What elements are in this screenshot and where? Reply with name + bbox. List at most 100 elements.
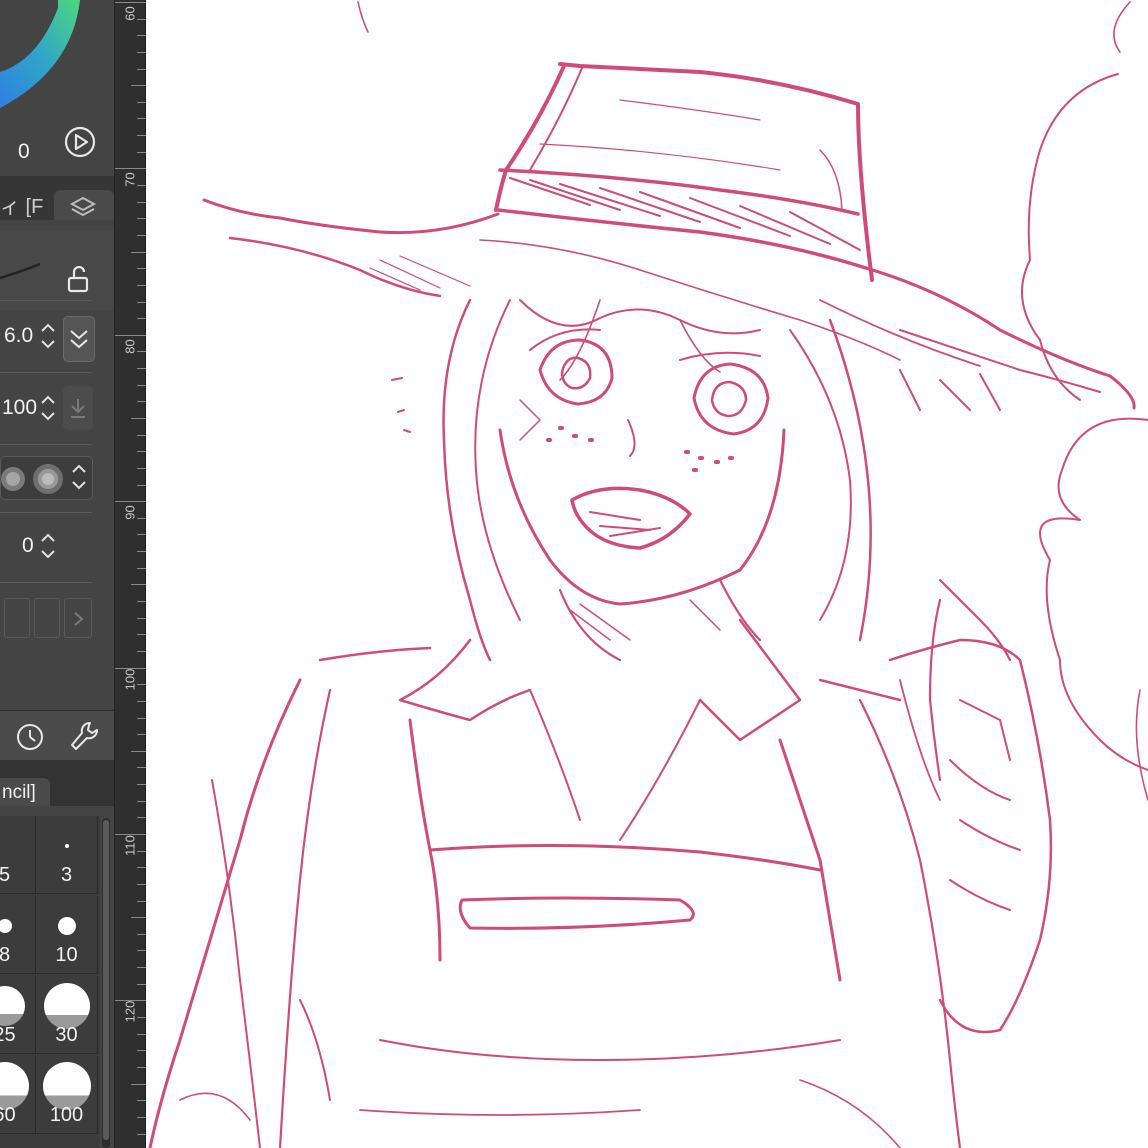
ruler-tick [137, 1050, 146, 1052]
ruler-tick [137, 384, 146, 386]
ruler-label: 110 [122, 835, 138, 856]
ruler-tick [137, 817, 146, 819]
ruler-tick [137, 551, 146, 553]
anti-alias-selector[interactable] [0, 456, 93, 500]
ruler-tick [131, 750, 146, 752]
ruler-tick [137, 601, 146, 603]
ruler-tick [137, 883, 146, 885]
ruler-tick [137, 717, 146, 719]
vertical-ruler[interactable]: 60 70 80 90 100 110 120 [114, 0, 146, 1148]
ruler-tick [137, 1133, 146, 1135]
ruler-tick [137, 634, 146, 636]
brush-size-dot [44, 983, 90, 1029]
ruler-tick [137, 484, 146, 486]
color-value: 0 [18, 140, 30, 163]
ruler-tick [137, 201, 146, 203]
brush-size-label: 10 [55, 944, 78, 966]
brush-size-preset[interactable]: 8 [0, 896, 36, 974]
ruler-tick [137, 1100, 146, 1102]
ruler-tick [137, 767, 146, 769]
ruler-tick [137, 517, 146, 519]
ruler-tick [137, 1116, 146, 1118]
ruler-tick [137, 101, 146, 103]
unlock-icon[interactable] [66, 266, 92, 294]
brush-size-dot [43, 1062, 91, 1110]
brush-size-dot [65, 844, 69, 848]
ruler-tick [137, 800, 146, 802]
opacity-download-button[interactable] [63, 386, 93, 430]
stabilizer-value[interactable]: 0 [22, 534, 34, 558]
brush-preview-row[interactable] [0, 230, 114, 310]
ruler-tick [137, 684, 146, 686]
sketch-drawing [148, 1, 1148, 1148]
brush-size-dot [0, 919, 12, 933]
brush-size-preset[interactable]: 5 [0, 816, 36, 894]
brush-size-preset[interactable]: 10 [36, 896, 98, 974]
ruler-tick [137, 451, 146, 453]
ruler-tick [137, 534, 146, 536]
brush-size-preset[interactable]: 3 [36, 816, 98, 894]
brush-size-dot [0, 986, 25, 1026]
stabilizer-spinner[interactable] [40, 530, 56, 562]
ruler-tick [137, 967, 146, 969]
ruler-tick [137, 268, 146, 270]
brush-size-dot [0, 1062, 29, 1110]
overalls-bib [408, 718, 842, 982]
brush-size-label: 8 [0, 944, 11, 966]
subtool-tab-pencil[interactable]: ncil] [0, 778, 50, 806]
brush-size-label: 30 [55, 1024, 78, 1046]
ruler-tick [137, 467, 146, 469]
brush-size-preset[interactable]: 30 [36, 976, 98, 1054]
wrench-icon[interactable] [68, 719, 102, 753]
ruler-tick [137, 351, 146, 353]
ruler-tick [137, 185, 146, 187]
brush-size-dot [58, 917, 76, 935]
anti-alias-spinner[interactable] [71, 461, 87, 493]
play-circle-icon[interactable] [63, 125, 97, 159]
ruler-label: 90 [122, 505, 138, 520]
brush-size-preset[interactable]: 25 [0, 976, 36, 1054]
brush-size-label: 5 [0, 864, 11, 886]
brush-size-preset[interactable]: 60 [0, 1056, 36, 1134]
ruler-tick [137, 734, 146, 736]
drawing-canvas[interactable] [146, 0, 1148, 1148]
ruler-tick [137, 234, 146, 236]
ruler-label: 70 [122, 172, 138, 188]
ruler-tick [137, 135, 146, 137]
pressure-toggle-button[interactable] [63, 316, 95, 362]
ruler-label: 100 [122, 668, 138, 690]
left-eye [538, 338, 614, 406]
brush-size-label: 25 [0, 1024, 16, 1046]
option-box-2[interactable] [34, 598, 60, 638]
ruler-tick [137, 368, 146, 370]
torso-outline [318, 646, 902, 702]
brush-size-value[interactable]: 6.0 [4, 324, 33, 348]
brush-stroke-preview [0, 262, 41, 280]
anti-alias-options [1, 464, 63, 494]
ruler-tick [137, 218, 146, 220]
shirt-collar [398, 618, 802, 742]
ruler-tick [131, 251, 146, 253]
right-eye [692, 362, 770, 436]
ruler-tick [137, 35, 146, 37]
ruler-label: 80 [122, 339, 138, 354]
option-box-1[interactable] [4, 598, 30, 638]
color-wheel[interactable] [0, 0, 114, 110]
face-outline [498, 428, 786, 606]
ruler-tick [137, 118, 146, 120]
brush-size-label: 100 [49, 1104, 84, 1126]
ruler-tick [137, 1066, 146, 1068]
layer-tab[interactable] [54, 190, 114, 220]
opacity-spinner[interactable] [40, 392, 56, 424]
ruler-label: 120 [122, 1001, 138, 1023]
brush-size-preset[interactable]: 100 [36, 1056, 98, 1134]
timer-icon[interactable] [14, 719, 46, 753]
brush-size-label: 3 [60, 864, 73, 886]
brush-size-spinner[interactable] [40, 320, 56, 352]
property-tab[interactable]: ィ [F [0, 190, 50, 220]
palette-scrollbar[interactable] [102, 818, 110, 1148]
opacity-value[interactable]: 100 [2, 396, 37, 420]
hat-brim [202, 198, 500, 235]
option-expand-button[interactable] [64, 598, 92, 638]
brush-size-palette: 5 3 8 10 25 30 60 100 [0, 816, 100, 1148]
